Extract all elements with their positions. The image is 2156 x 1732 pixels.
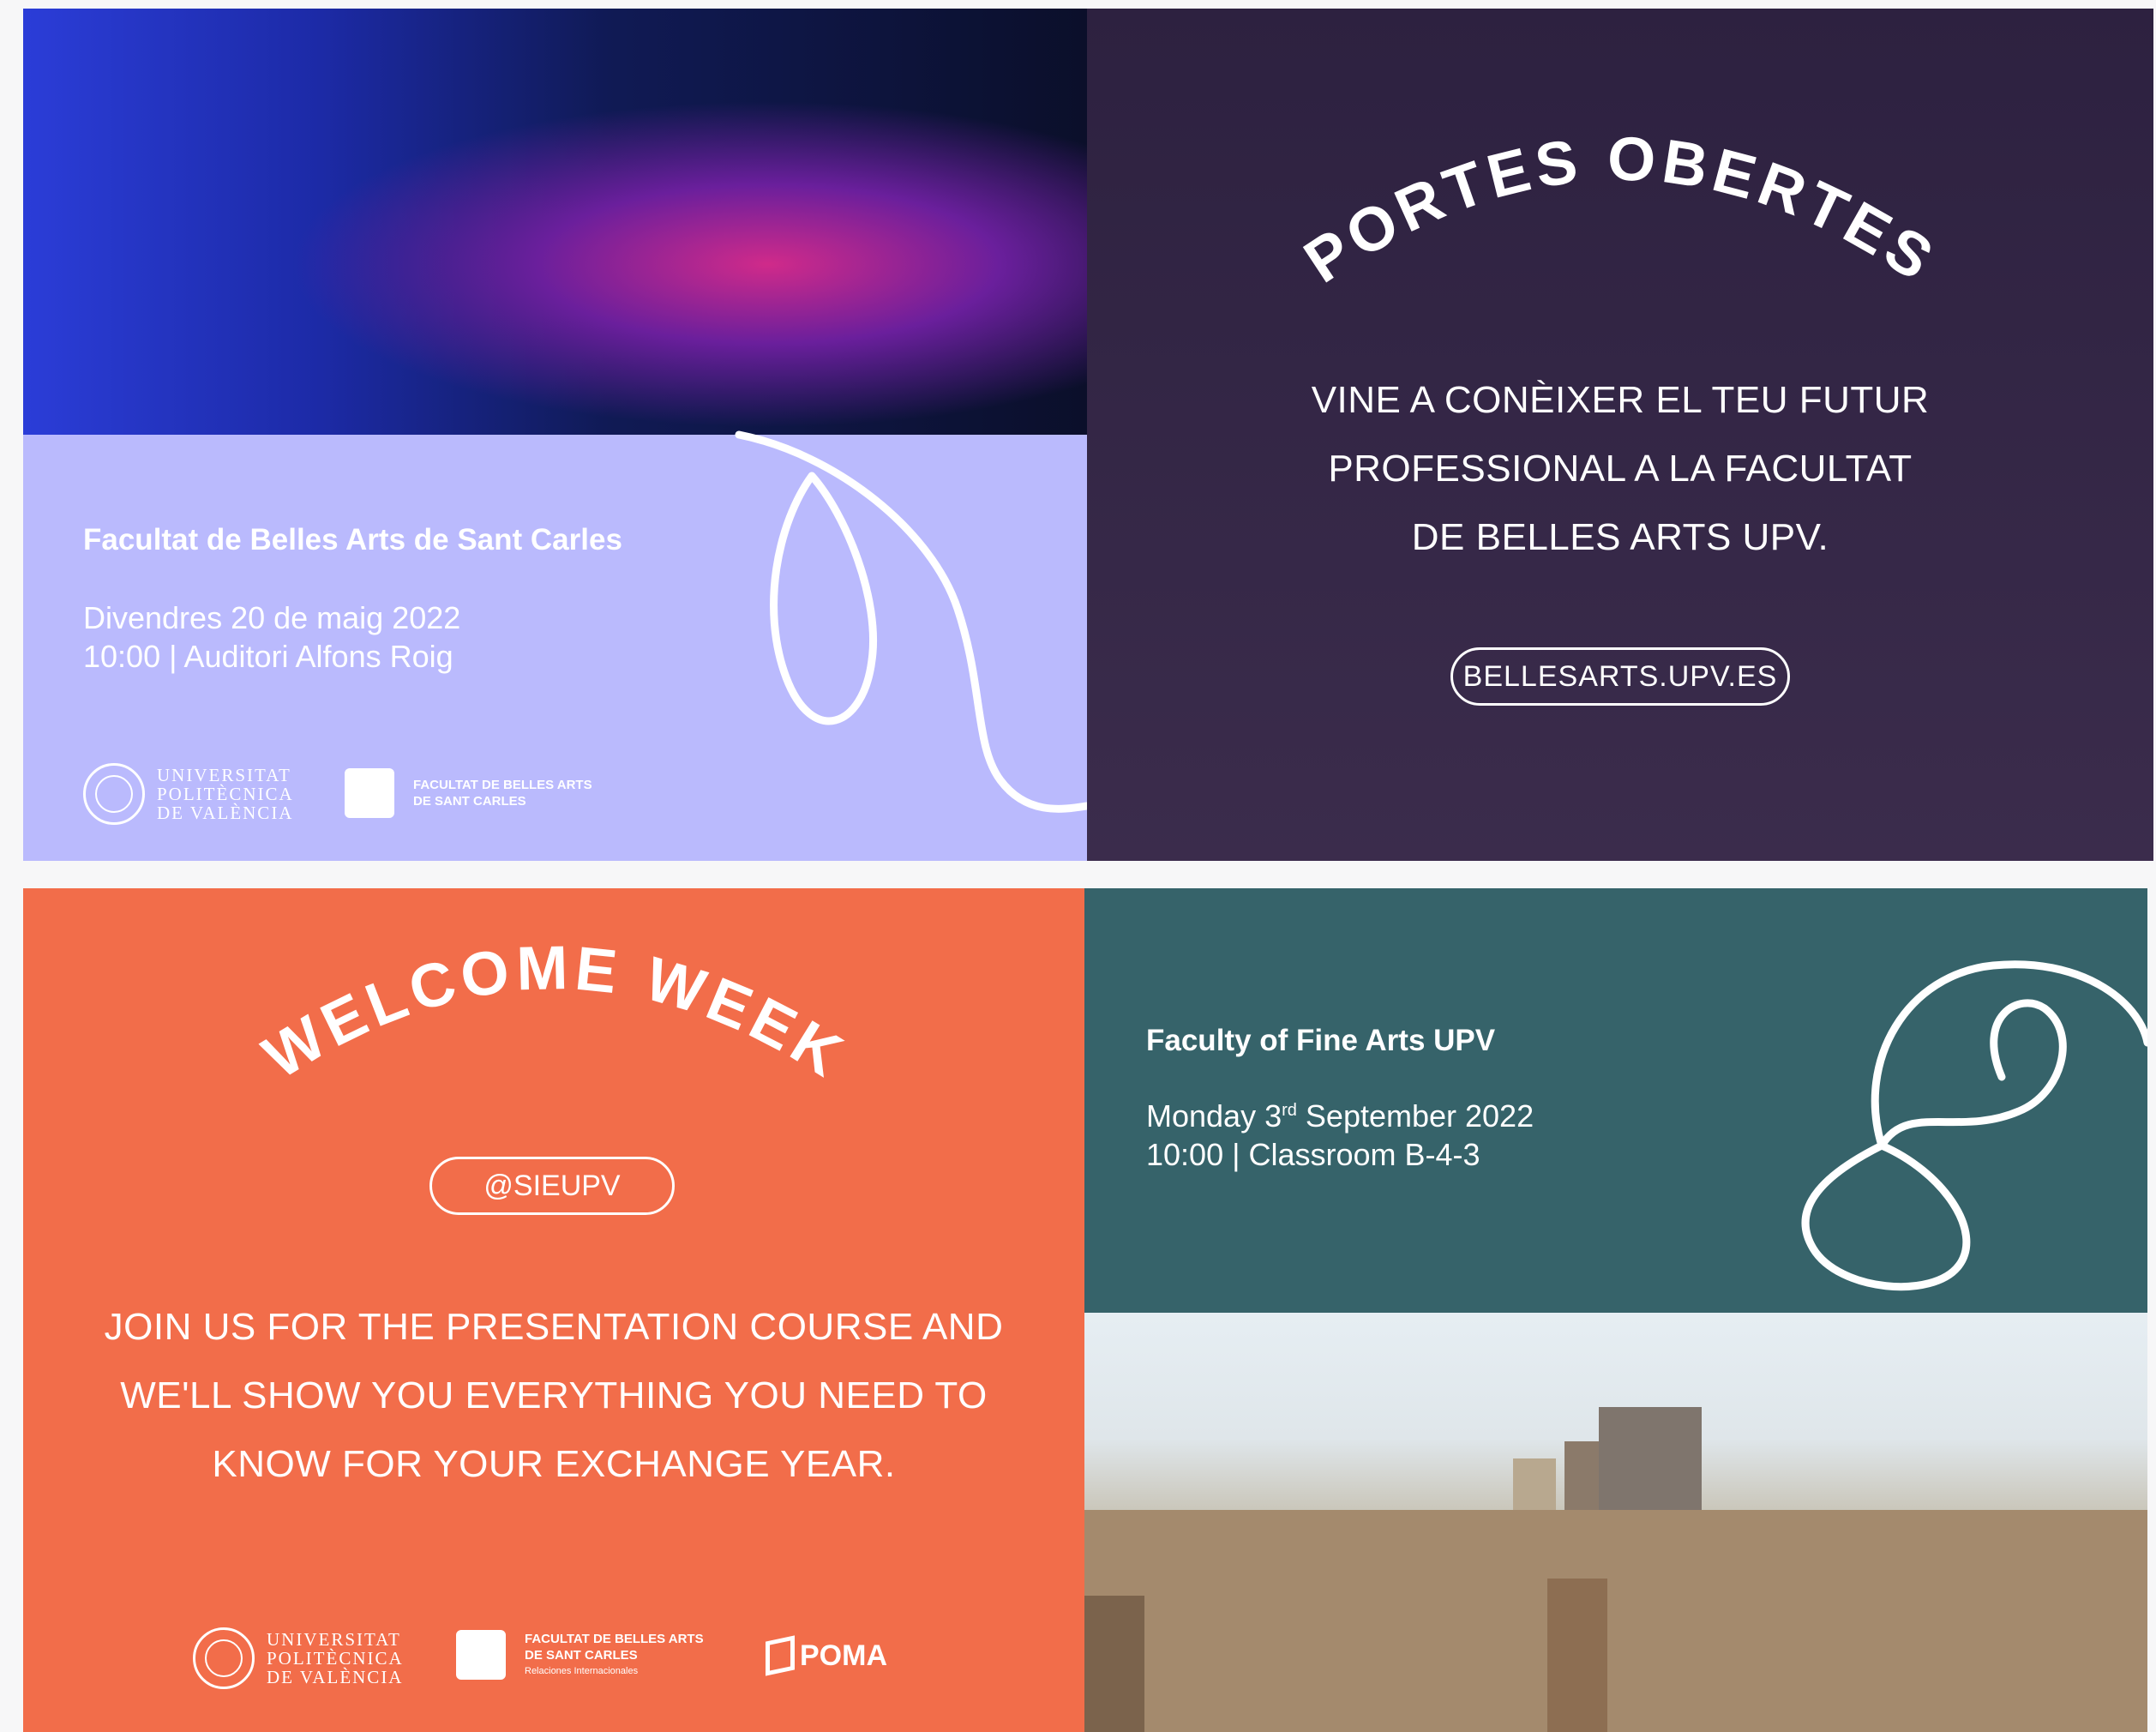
poma-cube-icon (766, 1635, 795, 1676)
social-handle-link[interactable]: @SIEUPV (429, 1157, 675, 1215)
event-card-open-day-details: Facultat de Belles Arts de Sant Carles D… (23, 9, 1087, 861)
event-date: Divendres 20 de maig 2022 (83, 600, 461, 635)
event-date: Monday 3rd September 2022 (1146, 1098, 1534, 1134)
event-card-portes-obertes: PORTES OBERTES VINE A CONÈIXER EL TEU FU… (1087, 9, 2153, 861)
fba-logo-line-1: FACULTAT DE BELLES ARTS (525, 1631, 704, 1646)
faculty-name: Faculty of Fine Arts UPV (1146, 1024, 1496, 1057)
fba-logo-line-2: DE SANT CARLES (525, 1647, 638, 1663)
poma-logo: POMA (766, 1635, 887, 1676)
fba-logo-icon (345, 768, 394, 818)
decorative-loop-line (735, 430, 1087, 813)
upv-seal-icon (83, 763, 145, 825)
body-line-1: JOIN US FOR THE PRESENTATION COURSE AND (104, 1306, 1004, 1348)
fba-logo: FACULTAT DE BELLES ARTS DE SANT CARLES (345, 768, 592, 818)
body-line-1: VINE A CONÈIXER EL TEU FUTUR (1311, 379, 1930, 421)
body-line-3: KNOW FOR YOUR EXCHANGE YEAR. (212, 1443, 896, 1485)
upv-logo: UNIVERSITAT POLITÈCNICA DE VALÈNCIA (83, 763, 294, 825)
fba-logo-icon (456, 1630, 506, 1680)
event-card-welcome-week: WELCOME WEEK @SIEUPV JOIN US FOR THE PRE… (23, 888, 1084, 1732)
svg-text:PORTES OBERTES: PORTES OBERTES (1293, 124, 1949, 296)
fba-logo-line-1: FACULTAT DE BELLES ARTS (413, 778, 592, 792)
upv-seal-icon (193, 1627, 255, 1689)
body-line-2: PROFESSIONAL A LA FACULTAT (1328, 448, 1913, 490)
portes-obertes-title: PORTES OBERTES (1293, 124, 1943, 296)
upv-logo-line-1: UNIVERSITAT (157, 765, 291, 785)
upv-logo-line-2: POLITÈCNICA (267, 1648, 404, 1669)
upv-logo-line-3: DE VALÈNCIA (267, 1667, 404, 1687)
valencia-cityscape-photo (1084, 1313, 2147, 1732)
upv-logo-line-2: POLITÈCNICA (157, 784, 294, 804)
fba-logo-line-2: DE SANT CARLES (413, 794, 526, 809)
faculty-name: Facultat de Belles Arts de Sant Carles (83, 523, 622, 556)
event-card-fine-arts-details: Faculty of Fine Arts UPV Monday 3rd Sept… (1084, 888, 2147, 1732)
event-time-place: 10:00 | Classroom B-4-3 (1146, 1137, 1480, 1172)
svg-text:WELCOME WEEK: WELCOME WEEK (252, 934, 857, 1092)
poma-logo-text: POMA (800, 1639, 887, 1672)
arc-title: PORTES OBERTES (1293, 124, 1949, 296)
fba-logo: FACULTAT DE BELLES ARTS DE SANT CARLES R… (456, 1630, 704, 1680)
fba-logo-line-3: Relaciones Internacionales (525, 1665, 639, 1676)
body-line-2: WE'LL SHOW YOU EVERYTHING YOU NEED TO (120, 1374, 988, 1416)
event-time-place: 10:00 | Auditori Alfons Roig (83, 639, 453, 674)
upv-logo: UNIVERSITAT POLITÈCNICA DE VALÈNCIA (193, 1627, 404, 1689)
body-line-3: DE BELLES ARTS UPV. (1411, 516, 1829, 558)
upv-logo-line-1: UNIVERSITAT (267, 1629, 401, 1650)
upv-logo-line-3: DE VALÈNCIA (157, 803, 294, 823)
welcome-week-title: WELCOME WEEK (252, 934, 852, 1092)
website-link[interactable]: BELLESARTS.UPV.ES (1450, 647, 1790, 706)
